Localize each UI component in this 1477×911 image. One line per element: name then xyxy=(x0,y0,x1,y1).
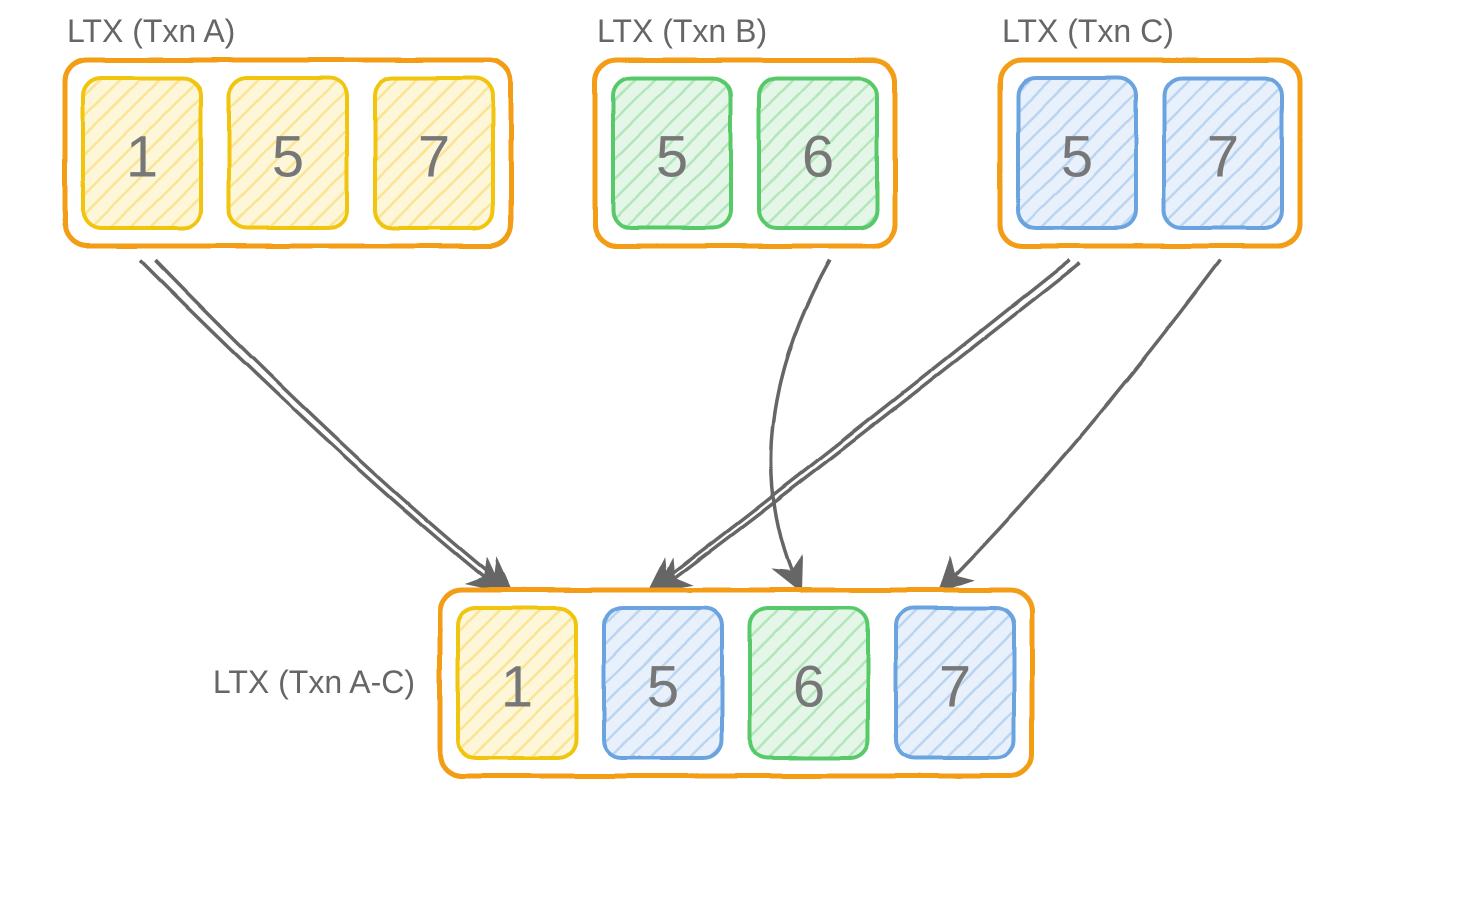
ltx-label: LTX (Txn A) xyxy=(67,13,235,49)
page-number: 7 xyxy=(418,125,450,190)
page-number: 1 xyxy=(126,125,158,190)
page-number: 5 xyxy=(272,125,304,190)
merge-arrow xyxy=(658,263,1080,590)
page-number: 7 xyxy=(1207,125,1239,190)
page-number: 5 xyxy=(1061,125,1093,190)
page-number: 7 xyxy=(939,655,971,720)
merge-arrow xyxy=(650,260,1070,590)
page-number: 6 xyxy=(802,125,834,190)
ltx-merge-diagram: LTX (Txn A) 1 5 7 LTX (Txn B) 5 6 LTX (Txn C) 5 7… xyxy=(0,0,1477,911)
merge-arrow xyxy=(155,260,510,590)
merge-arrow xyxy=(771,260,830,590)
ltx-label: LTX (Txn B) xyxy=(597,13,767,49)
page-number: 5 xyxy=(647,655,679,720)
page-number: 1 xyxy=(501,655,533,720)
page-number: 5 xyxy=(656,125,688,190)
page-number: 6 xyxy=(793,655,825,720)
merge-arrow xyxy=(940,260,1220,590)
ltx-label: LTX (Txn C) xyxy=(1002,13,1174,49)
ltx-merged-label: LTX (Txn A-C) xyxy=(213,664,415,700)
